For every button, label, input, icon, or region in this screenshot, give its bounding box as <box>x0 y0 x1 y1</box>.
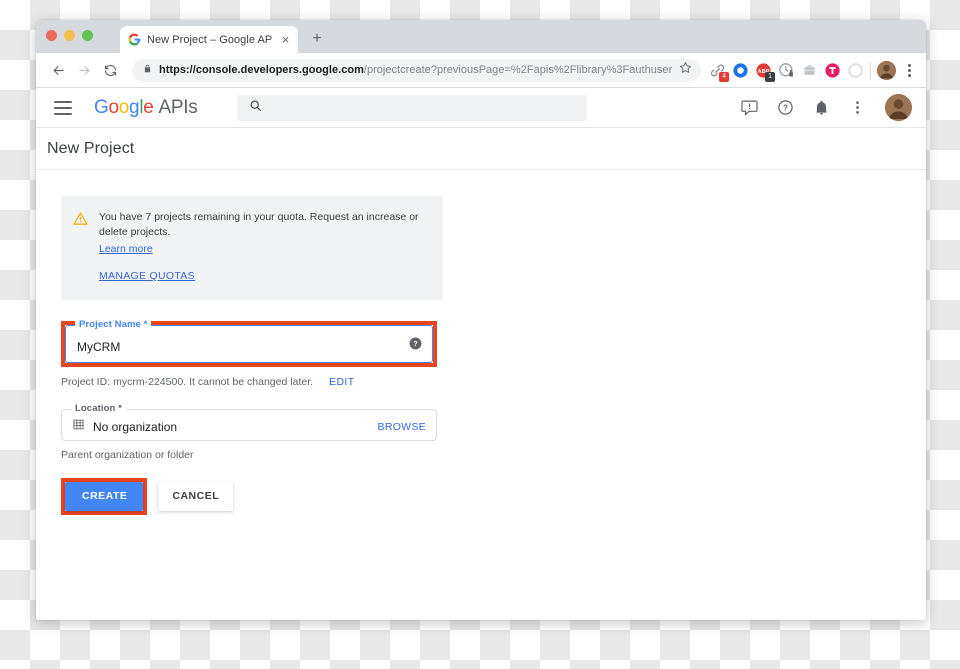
project-name-field[interactable]: Project Name * MyCRM ? <box>65 319 433 363</box>
close-tab-button[interactable]: × <box>279 33 292 46</box>
google-favicon-icon <box>128 33 141 46</box>
svg-text:?: ? <box>783 103 788 112</box>
bookmark-star-icon[interactable] <box>679 61 693 79</box>
learn-more-link[interactable]: Learn more <box>99 243 153 255</box>
chrome-menu-kebab-icon[interactable] <box>900 59 918 81</box>
location-value: No organization <box>93 419 178 434</box>
project-id-prefix: Project ID: <box>61 376 111 388</box>
search-icon <box>249 99 262 117</box>
page-title: New Project <box>47 139 135 157</box>
location-label-text: Location <box>75 403 116 414</box>
help-circle-icon[interactable]: ? <box>409 337 422 355</box>
window-traffic-lights <box>46 30 93 41</box>
link-chain-extension-icon[interactable]: 4 <box>709 62 730 82</box>
tag-pink-extension-icon[interactable] <box>824 62 841 79</box>
feedback-icon[interactable] <box>741 99 759 117</box>
project-name-value[interactable]: MyCRM <box>77 340 409 354</box>
svg-text:?: ? <box>413 341 417 348</box>
reload-arrow-icon[interactable] <box>98 58 122 82</box>
browser-tab-title: New Project – Google API Cons <box>147 33 273 46</box>
create-button[interactable]: CREATE <box>65 482 144 511</box>
location-required-marker: * <box>118 403 122 414</box>
logo-letter-o1: o <box>108 96 119 118</box>
google-apis-header: Google APIs ? <box>36 88 926 128</box>
quota-notice-text: You have 7 projects remaining in your qu… <box>99 211 419 238</box>
close-window-button[interactable] <box>46 30 57 41</box>
browser-tab[interactable]: New Project – Google API Cons × <box>120 26 298 53</box>
empty-circle-extension-icon[interactable] <box>847 62 864 79</box>
target-circle-extension-icon[interactable] <box>732 62 749 79</box>
location-field[interactable]: Location * No organization BROWSE <box>61 403 437 441</box>
browser-tab-strip: New Project – Google API Cons × + <box>36 20 926 53</box>
logo-letter-e: e <box>143 96 154 118</box>
location-label: Location * <box>71 403 126 414</box>
edit-project-id-link[interactable]: EDIT <box>329 376 354 388</box>
hamburger-menu-icon[interactable] <box>54 97 76 119</box>
page-content: You have 7 projects remaining in your qu… <box>36 170 926 620</box>
create-button-highlight-box: CREATE <box>61 478 148 515</box>
help-icon[interactable]: ? <box>777 99 795 117</box>
quota-notice: You have 7 projects remaining in your qu… <box>61 196 443 300</box>
page-header: New Project <box>36 128 926 170</box>
adblock-extension-badge: 1 <box>765 71 776 82</box>
url-host: https://console.developers.google.com <box>159 64 364 76</box>
google-apis-logo[interactable]: Google APIs <box>94 96 198 119</box>
browser-toolbar: https://console.developers.google.com/pr… <box>36 53 926 88</box>
adblock-stop-extension-icon[interactable]: ABP 1 <box>755 62 776 82</box>
quota-notice-body: You have 7 projects remaining in your qu… <box>99 210 427 284</box>
search-input[interactable] <box>272 99 576 116</box>
organization-building-icon <box>72 418 85 436</box>
forward-arrow-icon <box>72 58 96 82</box>
account-avatar[interactable] <box>885 94 912 121</box>
google-apis-header-actions: ? <box>741 94 912 121</box>
browser-window: New Project – Google API Cons × + https:… <box>36 20 926 620</box>
browser-profile-avatar[interactable] <box>877 60 896 80</box>
minimize-window-button[interactable] <box>64 30 75 41</box>
warning-triangle-icon <box>73 211 88 284</box>
logo-letter-g1: G <box>94 96 109 118</box>
more-vert-icon[interactable] <box>849 99 867 117</box>
cancel-button[interactable]: CANCEL <box>158 482 234 511</box>
location-hint: Parent organization or folder <box>61 449 194 461</box>
manage-quotas-link[interactable]: MANAGE QUOTAS <box>99 270 195 282</box>
toolbar-divider <box>870 61 871 79</box>
link-chain-extension-badge: 4 <box>719 71 730 82</box>
extension-icons: 4 ABP 1 <box>709 62 864 82</box>
new-tab-button[interactable]: + <box>308 30 326 48</box>
logo-letter-o2: o <box>118 96 130 118</box>
lock-icon <box>143 61 152 79</box>
project-name-label: Project Name * <box>75 319 152 330</box>
project-id-hint: Project ID: mycrm-224500. It cannot be c… <box>61 376 926 388</box>
project-name-required-marker: * <box>143 319 148 330</box>
project-id-value: mycrm-224500. <box>113 376 187 388</box>
project-name-highlight-box: Project Name * MyCRM ? <box>61 319 437 367</box>
address-bar-url: https://console.developers.google.com/pr… <box>159 64 672 76</box>
address-bar[interactable]: https://console.developers.google.com/pr… <box>132 58 702 82</box>
api-search-box[interactable] <box>237 94 588 121</box>
url-path: /projectcreate?previousPage=%2Fapis%2Fli… <box>363 64 673 76</box>
project-name-label-text: Project Name <box>79 319 141 330</box>
form-actions: CREATE CANCEL <box>61 478 926 515</box>
logo-letter-g2: g <box>129 96 140 118</box>
logo-suffix-apis: APIs <box>158 96 198 118</box>
browse-location-link[interactable]: BROWSE <box>378 421 426 433</box>
maximize-window-button[interactable] <box>82 30 93 41</box>
briefcase-extension-icon[interactable] <box>801 62 818 79</box>
notifications-bell-icon[interactable] <box>813 99 831 117</box>
project-id-suffix: It cannot be changed later. <box>189 376 314 388</box>
back-arrow-icon[interactable] <box>46 58 70 82</box>
clock-lock-extension-icon[interactable] <box>778 62 795 79</box>
